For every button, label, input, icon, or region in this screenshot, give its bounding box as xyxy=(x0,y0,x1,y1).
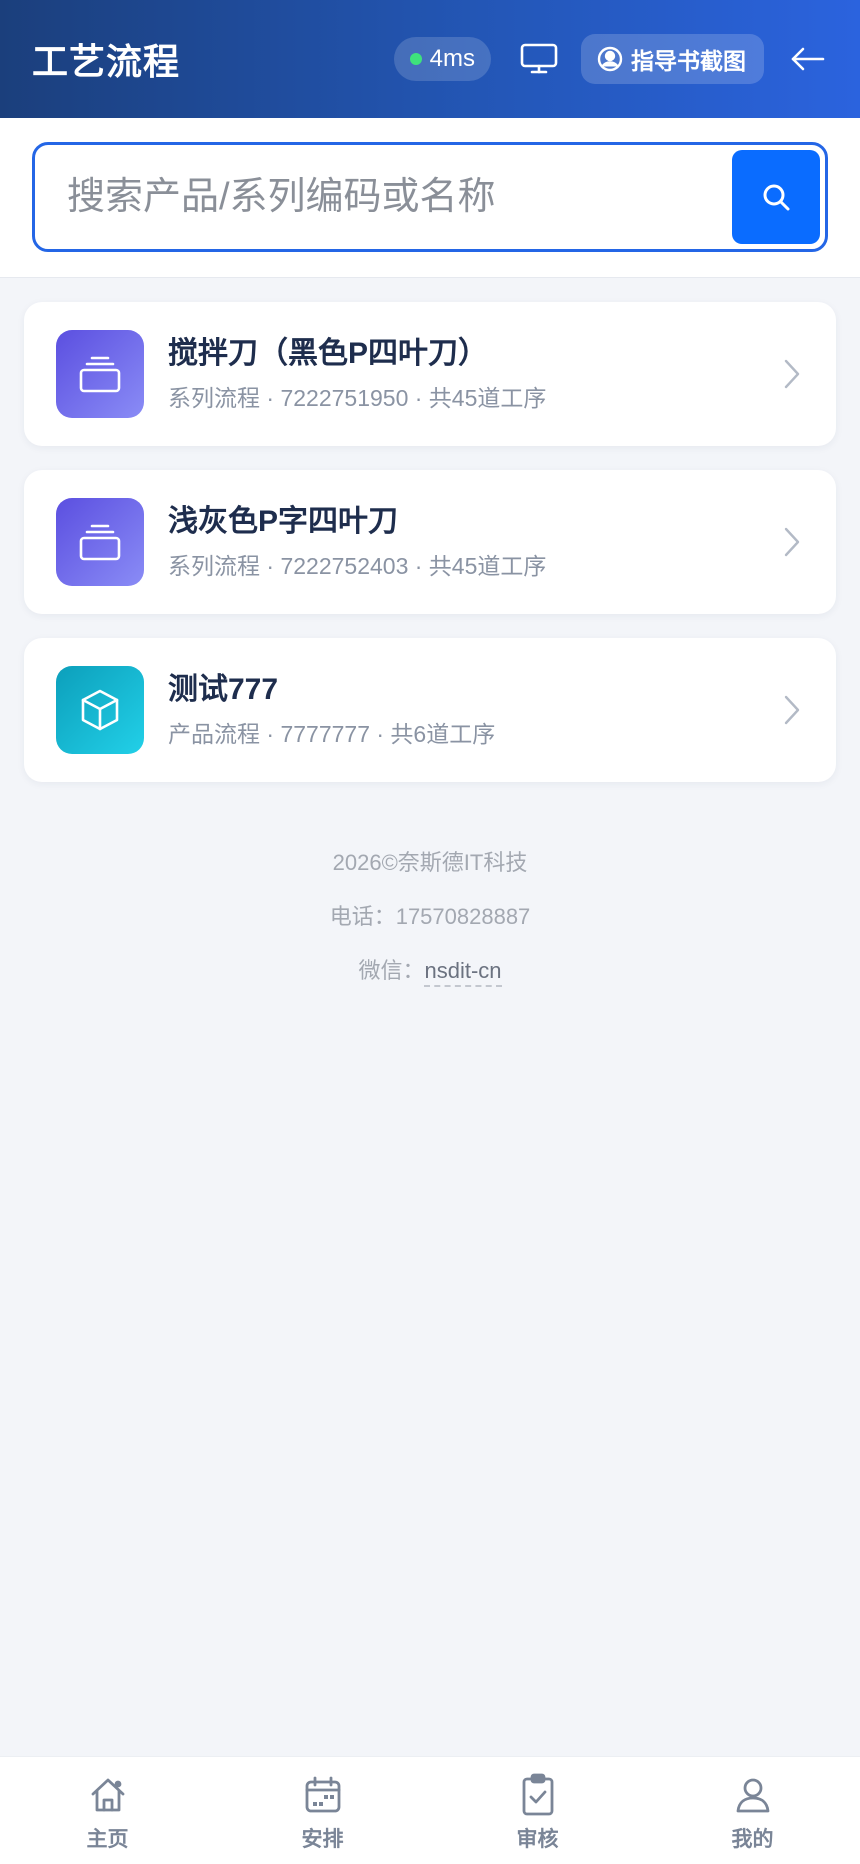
nav-item-schedule[interactable]: 安排 xyxy=(215,1757,430,1864)
item-subtitle: 系列流程 · 7222751950 · 共45道工序 xyxy=(168,385,547,411)
nav-label-schedule: 安排 xyxy=(301,1828,344,1851)
wechat-id-link[interactable]: nsdit-cn xyxy=(424,958,502,987)
user-icon xyxy=(736,1778,769,1813)
company-info: 2026©奈斯德IT科技 电话：17570828887 微信：nsdit-cn xyxy=(0,848,860,1010)
phone-text: 电话：17570828887 xyxy=(329,904,531,929)
nav-item-mine[interactable]: 我的 xyxy=(645,1757,860,1864)
list-item[interactable]: 搅拌刀（黑色P四叶刀） 系列流程 · 7222751950 · 共45道工序 xyxy=(24,302,836,446)
guide-screenshot-button[interactable]: 指导书截图 xyxy=(581,34,764,84)
chevron-right-icon xyxy=(780,692,804,728)
monitor-button[interactable] xyxy=(519,39,559,79)
bottom-nav: 主页 安排 审核 我的 xyxy=(0,1756,860,1864)
list-item[interactable]: 测试777 产品流程 · 7777777 · 共6道工序 xyxy=(24,638,836,782)
search-box xyxy=(32,142,828,252)
search-icon xyxy=(763,184,790,211)
list-item[interactable]: 浅灰色P字四叶刀 系列流程 · 7222752403 · 共45道工序 xyxy=(24,470,836,614)
wechat-line: 微信：nsdit-cn xyxy=(0,956,860,987)
product-icon-tile xyxy=(56,666,144,754)
user-circle-icon xyxy=(597,46,623,72)
nav-label-mine: 我的 xyxy=(731,1828,774,1851)
series-icon-tile xyxy=(56,330,144,418)
latency-indicator: 4ms xyxy=(393,37,491,81)
wechat-label: 微信： xyxy=(358,958,425,983)
series-icon-tile xyxy=(56,498,144,586)
process-list: 搅拌刀（黑色P四叶刀） 系列流程 · 7222751950 · 共45道工序 浅… xyxy=(24,302,836,806)
header-actions: 4ms 指导书截图 xyxy=(393,34,828,84)
chevron-right-icon xyxy=(780,356,804,392)
latency-value: 4ms xyxy=(429,45,475,72)
layers-icon xyxy=(79,524,121,561)
item-title: 浅灰色P字四叶刀 xyxy=(168,505,399,538)
top-header: 工艺流程 4ms 指导书截图 xyxy=(0,0,860,118)
arrow-left-icon xyxy=(791,47,825,71)
nav-item-home[interactable]: 主页 xyxy=(0,1757,215,1864)
monitor-icon xyxy=(520,43,558,74)
guide-screenshot-label: 指导书截图 xyxy=(631,48,746,74)
chevron-right-icon xyxy=(780,524,804,560)
item-subtitle: 产品流程 · 7777777 · 共6道工序 xyxy=(168,721,496,747)
clipboard-check-icon xyxy=(522,1773,553,1816)
search-input[interactable] xyxy=(35,145,732,249)
nav-label-home: 主页 xyxy=(86,1828,129,1851)
item-subtitle: 系列流程 · 7222752403 · 共45道工序 xyxy=(168,553,547,579)
search-button[interactable] xyxy=(732,150,820,244)
page-title: 工艺流程 xyxy=(32,41,181,82)
nav-label-review: 审核 xyxy=(516,1828,559,1851)
online-status-dot xyxy=(409,53,422,65)
search-area xyxy=(0,118,860,278)
home-icon xyxy=(91,1778,124,1812)
calendar-icon xyxy=(305,1776,340,1813)
layers-icon xyxy=(79,356,121,393)
nav-item-review[interactable]: 审核 xyxy=(430,1757,645,1864)
back-button[interactable] xyxy=(788,39,828,79)
box-icon xyxy=(81,689,119,731)
copyright-text: 2026©奈斯德IT科技 xyxy=(332,850,528,875)
item-title: 测试777 xyxy=(168,673,279,706)
item-title: 搅拌刀（黑色P四叶刀） xyxy=(168,337,489,370)
